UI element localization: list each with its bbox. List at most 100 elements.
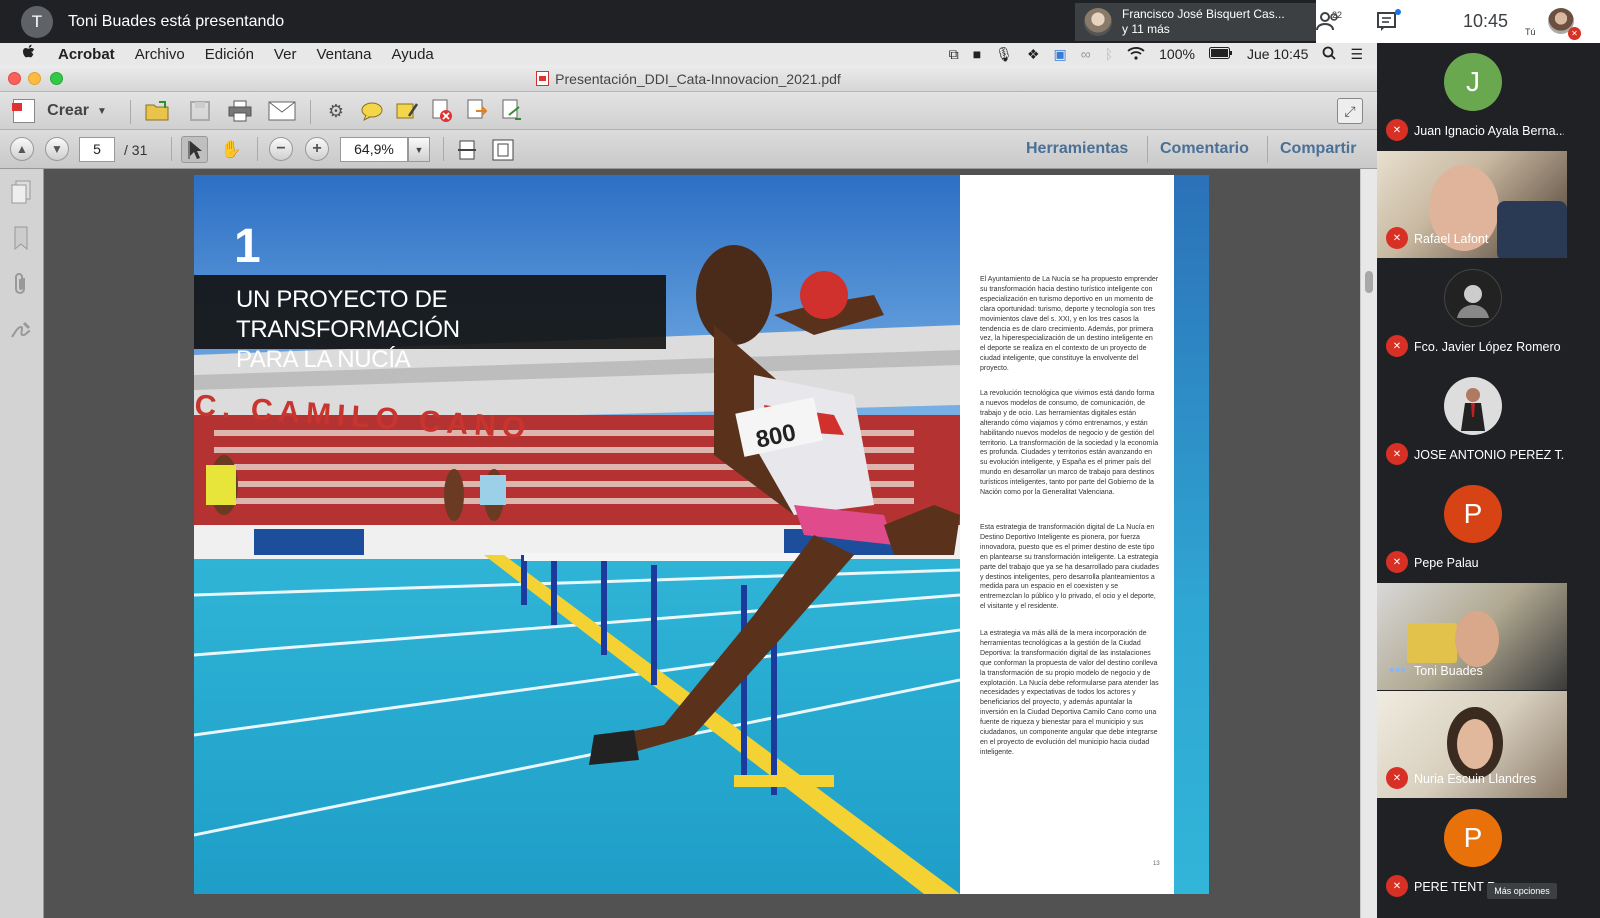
email-icon[interactable]	[267, 97, 297, 125]
participant-tile[interactable]: ✕ Fco. Javier López Romero	[1377, 259, 1567, 366]
bluetooth-icon[interactable]: ᛒ	[1105, 46, 1113, 62]
page-number-input[interactable]: 5	[79, 137, 115, 162]
mic-off-icon: ✕	[1386, 767, 1408, 789]
settings-gear-icon[interactable]: ⚙	[322, 97, 350, 125]
document-viewport[interactable]: 800 C. CAMILO CANO 1 UN PROYECTO DE TRAN…	[44, 169, 1360, 918]
battery-icon[interactable]	[1208, 46, 1233, 62]
participant-tile[interactable]: ✕ JOSE ANTONIO PEREZ T...	[1377, 367, 1567, 474]
next-page-arrow-icon[interactable]: ▼	[45, 137, 69, 161]
participant-video-tile[interactable]: ••• Toni Buades	[1377, 583, 1567, 690]
meet-clock: 10:45	[1463, 11, 1509, 31]
mic-off-icon: ✕	[1386, 443, 1408, 465]
menu-bar-extras: ⧉ ■ 🎙︎ ❖ ▣ ∞ ᛒ 100% Jue 10:45 ☰	[949, 43, 1377, 65]
mic-off-icon: ✕	[1386, 119, 1408, 141]
participant-name: Pepe Palau	[1414, 556, 1479, 570]
page-edge-photo-strip	[1174, 175, 1209, 894]
microphone-icon[interactable]: 🎙︎	[995, 46, 1013, 63]
dropbox-icon[interactable]: ❖	[1027, 46, 1040, 63]
body-paragraph-4: La estrategia va más allá de la mera inc…	[980, 630, 1159, 756]
page-footer-number: 13	[1153, 861, 1160, 867]
navigation-pane	[0, 169, 44, 918]
page-thumbnails-icon[interactable]	[8, 179, 34, 205]
participant-video-tile[interactable]: ✕ Rafael Lafont	[1377, 151, 1567, 258]
app-status-icon[interactable]: ▣	[1054, 46, 1067, 63]
participants-count: 22	[1332, 10, 1343, 20]
participant-photo-avatar	[1444, 377, 1502, 435]
open-folder-icon[interactable]	[144, 97, 172, 125]
participant-name: Rafael Lafont	[1414, 232, 1489, 246]
attachments-paperclip-icon[interactable]	[8, 271, 34, 297]
pdf-page-text: El Ayuntamiento de La Nucía se ha propue…	[960, 175, 1209, 894]
share-panel-link[interactable]: Compartir	[1280, 140, 1356, 158]
menu-ver[interactable]: Ver	[274, 46, 297, 63]
body-paragraph-2: La revolución tecnológica que vivimos es…	[980, 390, 1159, 497]
participant-avatar: P	[1444, 485, 1502, 543]
zoom-out-icon[interactable]: −	[269, 137, 293, 161]
zoom-dropdown-chevron-icon[interactable]: ▼	[408, 137, 430, 162]
highlight-text-icon[interactable]	[393, 97, 421, 125]
page-total: / 31	[124, 142, 148, 158]
export-pdf-icon[interactable]	[463, 97, 491, 125]
chat-unread-dot	[1395, 9, 1401, 15]
participant-name: Juan Ignacio Ayala Berna...	[1414, 124, 1564, 138]
scrollbar-thumb[interactable]	[1365, 271, 1373, 293]
body-paragraph-3: Esta estrategia de transformación digita…	[980, 524, 1160, 611]
meet-top-controls: 22 10:45 Tú ✕	[1316, 0, 1600, 43]
delete-page-icon[interactable]	[428, 97, 456, 125]
chat-icon[interactable]	[1376, 11, 1398, 39]
save-icon[interactable]	[186, 97, 214, 125]
mac-menu-bar: Acrobat Archivo Edición Ver Ventana Ayud…	[0, 43, 1377, 65]
apple-menu-icon[interactable]	[22, 44, 46, 64]
comment-bubble-icon[interactable]	[358, 97, 386, 125]
zoom-in-icon[interactable]: +	[305, 137, 329, 161]
menu-app-acrobat[interactable]: Acrobat	[58, 46, 115, 63]
presenting-label: Toni Buades está presentando	[68, 12, 285, 30]
signatures-icon[interactable]	[8, 317, 34, 343]
participant-tile[interactable]: J ✕ Juan Ignacio Ayala Berna...	[1377, 43, 1567, 150]
tools-panel-link[interactable]: Herramientas	[1026, 140, 1128, 158]
previous-page-arrow-icon[interactable]: ▲	[10, 137, 34, 161]
more-options-tooltip[interactable]: Más opciones	[1487, 883, 1557, 899]
mic-off-icon: ✕	[1386, 335, 1408, 357]
participant-video-tile[interactable]: ✕ Nuria Escuin Llandres	[1377, 691, 1567, 798]
bookmarks-icon[interactable]	[8, 225, 34, 251]
spotlight-search-icon[interactable]	[1322, 46, 1337, 63]
mic-off-icon: ✕	[1386, 227, 1408, 249]
menu-ayuda[interactable]: Ayuda	[392, 46, 434, 63]
screen-mirroring-icon[interactable]: ⧉	[949, 46, 959, 63]
wifi-icon[interactable]	[1127, 46, 1145, 63]
presenter-avatar: T	[21, 5, 53, 38]
participants-chip[interactable]: Francisco José Bisquert Cas... y 11 más	[1075, 3, 1316, 41]
pdf-file-icon	[536, 71, 550, 86]
fit-width-icon[interactable]	[453, 136, 480, 163]
menu-bar-clock[interactable]: Jue 10:45	[1247, 46, 1309, 62]
print-icon[interactable]	[226, 97, 254, 125]
navigation-toolbar: ▲ ▼ 5 / 31 ✋ − + 64,9% ▼ Herramientas Co…	[0, 130, 1377, 169]
screen: T Toni Buades está presentando Francisco…	[0, 0, 1600, 918]
comment-panel-link[interactable]: Comentario	[1160, 140, 1249, 158]
document-title: Presentación_DDI_Cata-Innovacion_2021.pd…	[555, 71, 841, 87]
chapter-title-line1: UN PROYECTO DE TRANSFORMACIÓN	[236, 286, 460, 343]
full-screen-icon[interactable]: ⤢	[1337, 98, 1363, 124]
menu-archivo[interactable]: Archivo	[135, 46, 185, 63]
vertical-scrollbar[interactable]	[1360, 169, 1377, 918]
chapter-title-line2: PARA LA NUCÍA	[236, 346, 411, 373]
participant-name: Toni Buades	[1414, 664, 1483, 678]
hand-tool-icon[interactable]: ✋	[218, 136, 245, 163]
create-button[interactable]: Crear ▼	[10, 97, 110, 125]
notification-center-icon[interactable]: ☰	[1350, 46, 1363, 63]
fit-page-icon[interactable]	[489, 136, 516, 163]
meet-presenting-bar: T Toni Buades está presentando Francisco…	[0, 0, 1316, 43]
select-cursor-icon[interactable]	[181, 136, 208, 163]
participant-tile[interactable]: P ✕ Pepe Palau	[1377, 475, 1567, 582]
mic-off-icon: ✕	[1386, 551, 1408, 573]
camera-icon[interactable]: ■	[973, 46, 981, 62]
self-mic-off-icon: ✕	[1568, 27, 1581, 40]
creative-cloud-icon[interactable]: ∞	[1081, 46, 1091, 62]
menu-edicion[interactable]: Edición	[205, 46, 254, 63]
participants-panel: J ✕ Juan Ignacio Ayala Berna... ✕ Rafael…	[1377, 43, 1600, 918]
participant-name: JOSE ANTONIO PEREZ T...	[1414, 448, 1564, 462]
send-for-signature-icon[interactable]	[498, 97, 526, 125]
menu-ventana[interactable]: Ventana	[316, 46, 371, 63]
zoom-level-input[interactable]: 64,9%	[340, 137, 408, 162]
